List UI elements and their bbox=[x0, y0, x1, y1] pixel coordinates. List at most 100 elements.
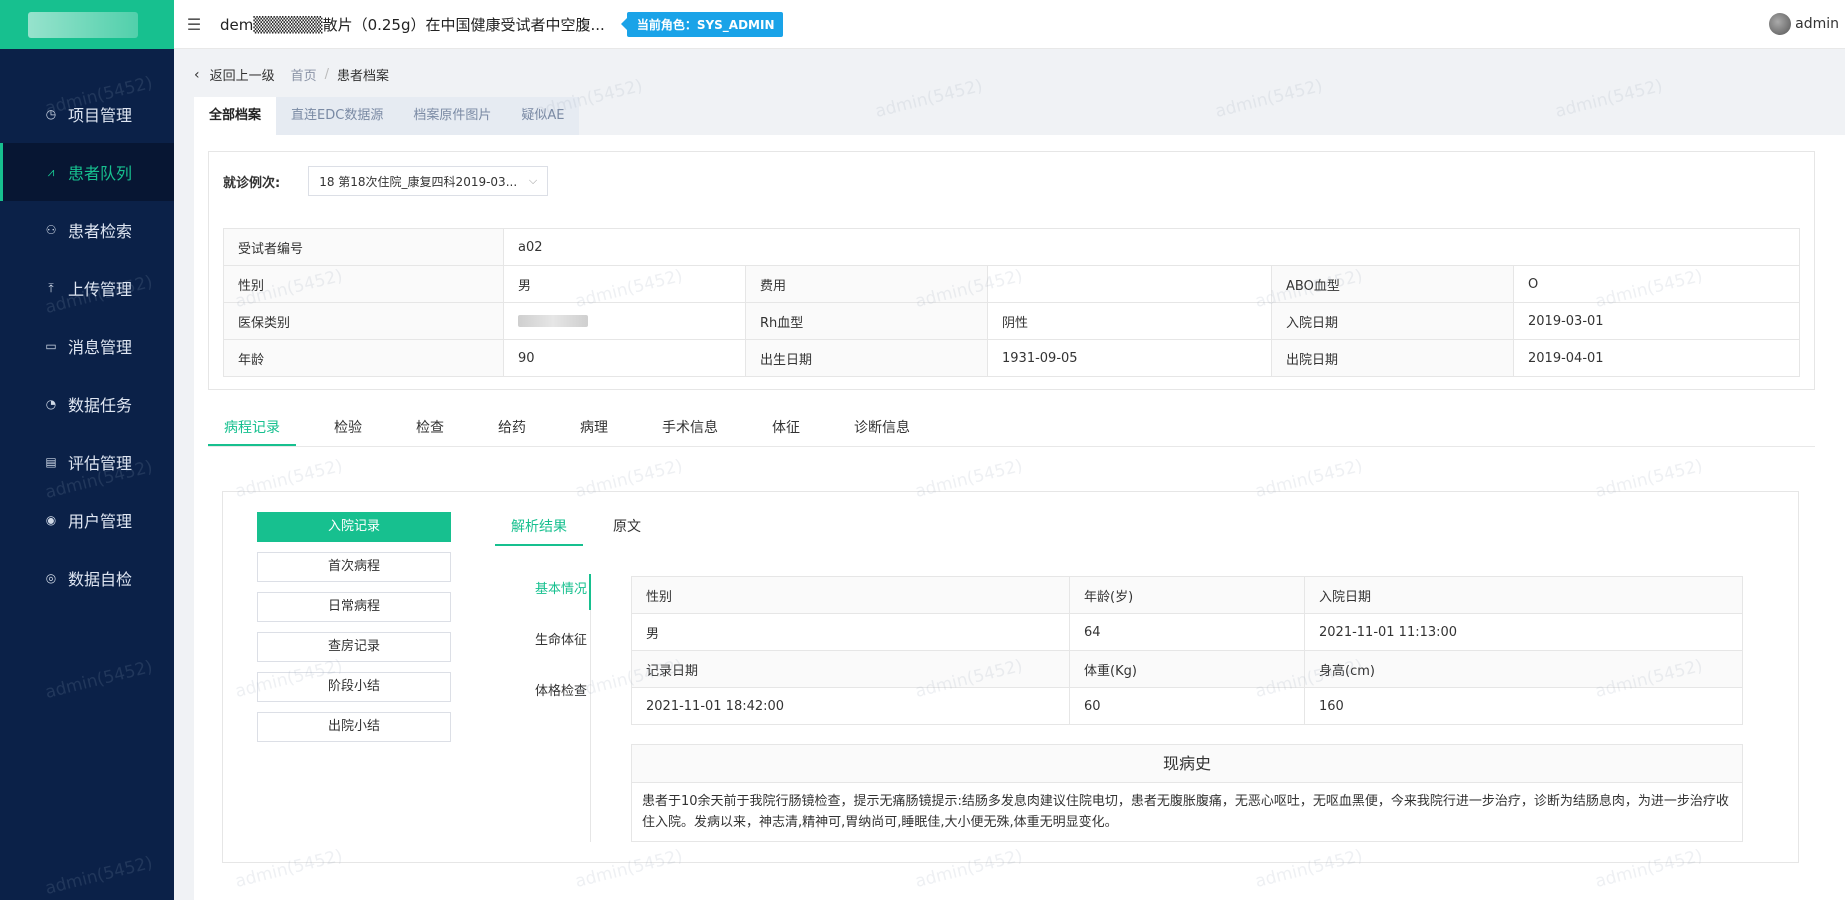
tab-medication[interactable]: 给药 bbox=[482, 411, 542, 446]
col-age-label: 年龄(岁) bbox=[1069, 576, 1305, 614]
username: admin bbox=[1795, 16, 1839, 32]
gender-value: 男 bbox=[503, 265, 746, 303]
record-panel: 入院记录 首次病程 日常病程 查房记录 阶段小结 出院小结 解析结果 原文 基本… bbox=[222, 491, 1799, 863]
present-illness-title: 现病史 bbox=[632, 745, 1742, 783]
section-vital-signs[interactable]: 生命体征 bbox=[495, 625, 590, 676]
age-value: 64 bbox=[1069, 613, 1305, 651]
table-row: 性别 年龄(岁) 入院日期 bbox=[631, 576, 1743, 614]
col-height-label: 身高(cm) bbox=[1304, 650, 1743, 688]
section-nav: 基本情况 生命体征 体格检查 bbox=[495, 574, 591, 842]
tab-examinations[interactable]: 检查 bbox=[400, 411, 460, 446]
role-badge: 当前角色：SYS_ADMIN bbox=[620, 11, 783, 37]
visit-label: 就诊例次: bbox=[223, 175, 281, 191]
patient-info-table: 受试者编号 a02 性别 男 费用 ABO血型 O 医保类别 Rh血型 阴性 入… bbox=[223, 228, 1800, 377]
patient-info-panel: 就诊例次: 18 第18次住院_康复四科2019-03... ⌵ 受试者编号 a… bbox=[208, 151, 1815, 390]
abo-value: O bbox=[1513, 265, 1800, 303]
insurance-value bbox=[503, 302, 746, 340]
task-icon: ◔ bbox=[45, 397, 57, 411]
tab-vital-signs[interactable]: 体征 bbox=[756, 411, 816, 446]
record-type-tabs: 病程记录 检验 检查 给药 病理 手术信息 体征 诊断信息 bbox=[208, 411, 1815, 447]
sidebar-item-self-check[interactable]: ◎ 数据自检 bbox=[0, 549, 174, 607]
breadcrumb: ‹ 返回上一级 首页 / 患者档案 bbox=[194, 65, 389, 85]
back-button[interactable]: ‹ 返回上一级 bbox=[194, 65, 275, 85]
basic-info-table: 性别 年龄(岁) 入院日期 男 64 2021-11-01 11:13:00 记… bbox=[631, 576, 1743, 725]
tab-archive-images[interactable]: 档案原件图片 bbox=[398, 97, 506, 135]
sidebar-item-label: 项目管理 bbox=[68, 106, 133, 125]
tab-suspected-ae[interactable]: 疑似AE bbox=[506, 97, 579, 135]
table-row: 记录日期 体重(Kg) 身高(cm) bbox=[631, 650, 1743, 688]
sidebar-item-label: 数据自检 bbox=[68, 570, 133, 589]
tab-surgery[interactable]: 手术信息 bbox=[646, 411, 734, 446]
record-ward-round[interactable]: 查房记录 bbox=[257, 632, 451, 662]
sidebar-item-label: 数据任务 bbox=[68, 396, 133, 415]
table-row: 性别 男 费用 ABO血型 O bbox=[223, 265, 1800, 303]
gender-value: 男 bbox=[631, 613, 1070, 651]
user-menu[interactable]: admin bbox=[1769, 13, 1839, 35]
tab-parsed-result[interactable]: 解析结果 bbox=[495, 510, 583, 546]
col-admit-label: 入院日期 bbox=[1304, 576, 1743, 614]
sidebar-item-evaluation[interactable]: ▤ 评估管理 bbox=[0, 433, 174, 491]
parsed-data-area: 性别 年龄(岁) 入院日期 男 64 2021-11-01 11:13:00 记… bbox=[631, 576, 1743, 842]
age-label: 年龄 bbox=[223, 339, 504, 377]
visit-select[interactable]: 18 第18次住院_康复四科2019-03... ⌵ bbox=[308, 166, 549, 196]
tab-lab-tests[interactable]: 检验 bbox=[318, 411, 378, 446]
sidebar-item-patient-search[interactable]: ⚇ 患者检索 bbox=[0, 201, 174, 259]
sidebar-item-label: 患者检索 bbox=[68, 222, 133, 241]
table-row: 2021-11-01 18:42:00 60 160 bbox=[631, 687, 1743, 725]
record-daily-course[interactable]: 日常病程 bbox=[257, 592, 451, 622]
record-discharge-summary[interactable]: 出院小结 bbox=[257, 712, 451, 742]
sidebar-item-label: 用户管理 bbox=[68, 512, 133, 531]
fee-value bbox=[987, 265, 1272, 303]
tab-original-text[interactable]: 原文 bbox=[597, 510, 657, 546]
age-value: 90 bbox=[503, 339, 746, 377]
tab-all-archives[interactable]: 全部档案 bbox=[194, 97, 277, 135]
sidebar-item-users[interactable]: ◉ 用户管理 bbox=[0, 491, 174, 549]
breadcrumb-home[interactable]: 首页 bbox=[291, 65, 317, 84]
chevron-down-icon: ⌵ bbox=[528, 174, 538, 187]
cohort-icon: ⩘ bbox=[47, 164, 55, 179]
birth-label: 出生日期 bbox=[745, 339, 988, 377]
tab-pathology[interactable]: 病理 bbox=[564, 411, 624, 446]
tab-diagnosis[interactable]: 诊断信息 bbox=[838, 411, 926, 446]
project-title[interactable]: dem▒▒▒▒▒▒散片（0.25g）在中国健康受试者中空腹... bbox=[220, 14, 605, 35]
record-admission[interactable]: 入院记录 bbox=[257, 512, 451, 542]
sidebar-item-label: 上传管理 bbox=[68, 280, 133, 299]
logo-image bbox=[28, 11, 138, 38]
record-first-course[interactable]: 首次病程 bbox=[257, 552, 451, 582]
birth-value: 1931-09-05 bbox=[987, 339, 1272, 377]
hamburger-icon[interactable]: ☰ bbox=[174, 15, 214, 34]
section-basic-info[interactable]: 基本情况 bbox=[495, 574, 591, 625]
subject-id-value: a02 bbox=[503, 228, 1800, 266]
height-value: 160 bbox=[1304, 687, 1743, 725]
sidebar-item-data-tasks[interactable]: ◔ 数据任务 bbox=[0, 375, 174, 433]
abo-label: ABO血型 bbox=[1271, 265, 1514, 303]
discharge-value: 2019-04-01 bbox=[1513, 339, 1800, 377]
insurance-label: 医保类别 bbox=[223, 302, 504, 340]
subject-id-label: 受试者编号 bbox=[223, 228, 504, 266]
sidebar-item-projects[interactable]: ◷ 项目管理 bbox=[0, 85, 174, 143]
sidebar-item-upload[interactable]: ⤒ 上传管理 bbox=[0, 259, 174, 317]
logo[interactable] bbox=[0, 0, 174, 49]
sidebar-item-label: 患者队列 bbox=[68, 164, 133, 183]
watermark: admin(5452) bbox=[873, 76, 985, 122]
watermark: admin(5452) bbox=[1553, 76, 1665, 122]
sidebar-item-cohort[interactable]: ⩘ 患者队列 bbox=[0, 143, 174, 201]
rh-value: 阴性 bbox=[987, 302, 1272, 340]
main-content: ‹ 返回上一级 首页 / 患者档案 全部档案 直连EDC数据源 档案原件图片 疑似… bbox=[174, 49, 1845, 900]
back-label: 返回上一级 bbox=[209, 69, 275, 84]
tab-edc-source[interactable]: 直连EDC数据源 bbox=[276, 97, 398, 135]
sidebar-menu: ◷ 项目管理 ⩘ 患者队列 ⚇ 患者检索 ⤒ 上传管理 ▭ 消息管理 ◔ 数据任务 ▤ 评估管… bbox=[0, 85, 174, 607]
record-date-value: 2021-11-01 18:42:00 bbox=[631, 687, 1070, 725]
col-gender-label: 性别 bbox=[631, 576, 1070, 614]
record-list: 入院记录 首次病程 日常病程 查房记录 阶段小结 出院小结 bbox=[257, 512, 451, 752]
col-record-date-label: 记录日期 bbox=[631, 650, 1070, 688]
tab-course-records[interactable]: 病程记录 bbox=[208, 411, 296, 446]
archive-card: 就诊例次: 18 第18次住院_康复四科2019-03... ⌵ 受试者编号 a… bbox=[194, 135, 1845, 900]
chevron-left-icon: ‹ bbox=[194, 66, 200, 83]
record-stage-summary[interactable]: 阶段小结 bbox=[257, 672, 451, 702]
section-physical-exam[interactable]: 体格检查 bbox=[495, 676, 590, 727]
message-icon: ▭ bbox=[45, 339, 57, 353]
table-row: 男 64 2021-11-01 11:13:00 bbox=[631, 613, 1743, 651]
sidebar-item-messages[interactable]: ▭ 消息管理 bbox=[0, 317, 174, 375]
clock-icon: ◷ bbox=[45, 107, 57, 121]
